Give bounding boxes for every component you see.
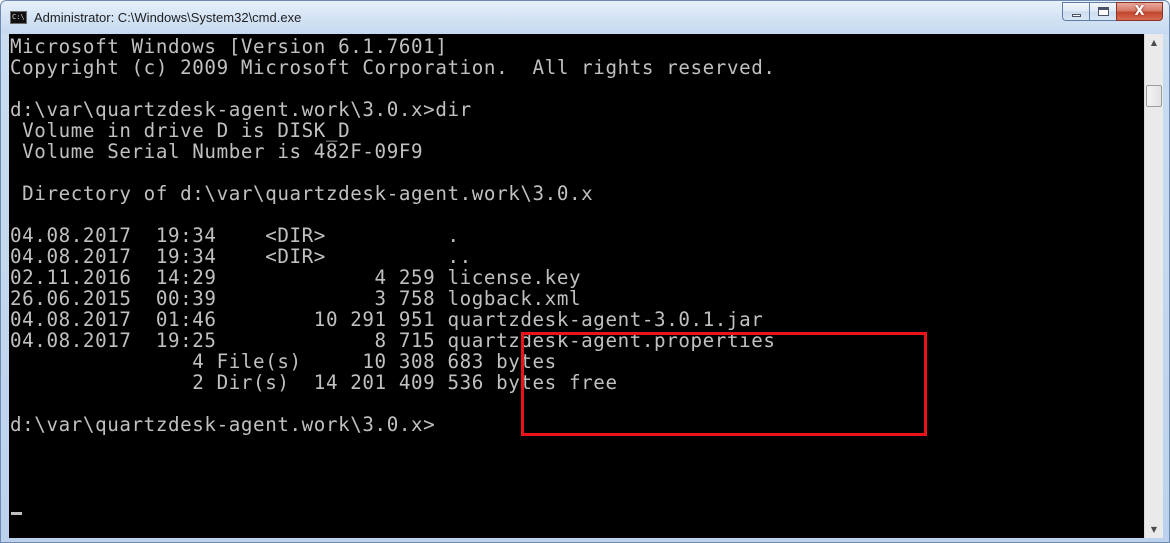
console-line: 04.08.2017 19:34 <DIR> .. [10,245,472,268]
console-line: 4 File(s) 10 308 683 bytes [10,350,557,373]
caption-buttons: X [1062,2,1163,22]
scroll-down-icon[interactable]: ▼ [1145,521,1163,538]
maximize-icon [1097,7,1109,16]
cmd-console-icon[interactable]: C:\ [10,11,27,24]
console-line: Volume in drive D is DISK_D [10,119,351,142]
text-cursor [11,512,22,515]
maximize-button[interactable] [1089,2,1116,21]
console-line: 02.11.2016 14:29 4 259 license.key [10,266,582,289]
minimize-button[interactable] [1062,2,1089,21]
console-line: 04.08.2017 01:46 10 291 951 quartzdesk-a… [10,308,764,331]
console-line: Volume Serial Number is 482F-09F9 [10,140,424,163]
file-list-highlight-box [521,332,927,436]
window-title: Administrator: C:\Windows\System32\cmd.e… [34,10,302,25]
prompt-line [10,498,22,519]
console-output[interactable]: Microsoft Windows [Version 6.1.7601] Cop… [9,34,1144,538]
console-line: d:\var\quartzdesk-agent.work\3.0.x> [10,413,436,436]
console-line: Copyright (c) 2009 Microsoft Corporation… [10,56,776,79]
scrollbar-thumb[interactable] [1146,85,1162,107]
cmd-window: C:\ Administrator: C:\Windows\System32\c… [0,0,1170,543]
scroll-up-icon[interactable]: ▲ [1145,34,1163,51]
vertical-scrollbar[interactable]: ▲ ▼ [1144,34,1163,538]
title-bar[interactable]: C:\ Administrator: C:\Windows\System32\c… [1,1,1169,34]
close-button[interactable]: X [1116,2,1163,21]
console-line: Directory of d:\var\quartzdesk-agent.wor… [10,182,594,205]
console-line: Microsoft Windows [Version 6.1.7601] [10,35,448,58]
console-line: d:\var\quartzdesk-agent.work\3.0.x>dir [10,98,472,121]
console-line: 04.08.2017 19:34 <DIR> . [10,224,460,247]
close-icon: X [1134,4,1145,19]
minimize-icon [1071,14,1081,17]
console-line: 26.06.2015 00:39 3 758 logback.xml [10,287,582,310]
